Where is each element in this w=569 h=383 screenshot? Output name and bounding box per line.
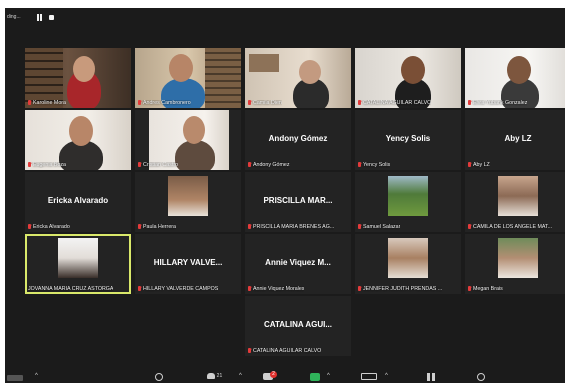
participant-name: CATALINA AGUILAR CALVO xyxy=(248,348,321,354)
photo-tile[interactable]: Samuel Salazar xyxy=(355,172,461,232)
record-button[interactable] xyxy=(361,373,377,380)
participant-name: Andres Cambronero xyxy=(138,100,191,106)
participant-count: 21 xyxy=(216,373,223,379)
chat-notification-badge: 2 xyxy=(270,371,277,378)
profile-photo xyxy=(168,176,208,216)
muted-mic-icon xyxy=(468,100,471,105)
photo-tile[interactable]: JENNIFER JUDITH PRENDAS ... xyxy=(355,234,461,294)
profile-photo xyxy=(498,176,538,216)
muted-mic-icon xyxy=(138,286,141,291)
reactions-icon[interactable] xyxy=(477,373,485,381)
muted-mic-icon xyxy=(468,224,471,229)
muted-mic-icon xyxy=(248,348,251,353)
muted-mic-icon xyxy=(468,162,471,167)
participant-name: Paula Herrera xyxy=(138,224,176,230)
mute-button[interactable] xyxy=(7,375,23,381)
profile-photo xyxy=(58,238,98,278)
chevron-up-icon[interactable]: ^ xyxy=(35,373,38,381)
recording-label: ding... xyxy=(7,14,21,20)
muted-mic-icon xyxy=(248,224,251,229)
participant-display-name: Andony Gómez xyxy=(268,134,328,143)
participant-name: Megan Brais xyxy=(468,286,503,292)
muted-mic-icon xyxy=(248,162,251,167)
participant-name: CAMILA DE LOS ANGELE MAT... xyxy=(468,224,552,230)
pause-recording-icon[interactable] xyxy=(36,14,43,21)
muted-mic-icon xyxy=(358,224,361,229)
share-screen-button[interactable] xyxy=(310,373,320,381)
muted-mic-icon xyxy=(28,224,31,229)
video-tile[interactable]: Eugenia Boza xyxy=(25,110,131,170)
participant-name: Aby LZ xyxy=(468,162,490,168)
name-only-tile[interactable]: Yency Solis Yency Solis xyxy=(355,110,461,170)
video-tile[interactable]: Karoline Mora xyxy=(25,48,131,108)
muted-mic-icon xyxy=(358,100,361,105)
video-tile[interactable]: CATALINA AGUILAR CALVO xyxy=(355,48,461,108)
participant-display-name: Ericka Alvarado xyxy=(47,196,109,205)
participant-display-name: Yency Solis xyxy=(385,134,431,143)
participant-display-name: PRISCILLA MAR... xyxy=(263,196,333,205)
name-only-tile[interactable]: Ericka Alvarado Ericka Alvarado xyxy=(25,172,131,232)
muted-mic-icon xyxy=(248,286,251,291)
zoom-meeting-window: ding... Karoline Mora Andres Cambronero … xyxy=(5,8,565,383)
participant-name: Ericka Alvarado xyxy=(28,224,70,230)
video-tile[interactable]: Andres Cambronero xyxy=(135,48,241,108)
participant-display-name: Aby LZ xyxy=(504,134,532,143)
muted-mic-icon xyxy=(358,162,361,167)
muted-mic-icon xyxy=(28,100,31,105)
participant-name: Annie Viquez Morales xyxy=(248,286,304,292)
participant-name: Karoline Mora xyxy=(28,100,66,106)
muted-mic-icon xyxy=(138,224,141,229)
muted-mic-icon xyxy=(28,162,31,167)
photo-tile[interactable]: Megan Brais xyxy=(465,234,565,294)
name-only-tile[interactable]: Annie Viquez M... Annie Viquez Morales xyxy=(245,234,351,294)
participant-name: Eugenia Boza xyxy=(28,162,66,168)
participants-button[interactable]: 21 xyxy=(207,373,222,381)
muted-mic-icon xyxy=(468,286,471,291)
profile-photo xyxy=(388,176,428,216)
participant-display-name: Annie Viquez M... xyxy=(265,258,331,267)
participant-name: Yency Solis xyxy=(358,162,390,168)
participant-name: JENNIFER JUDITH PRENDAS ... xyxy=(358,286,442,292)
name-only-tile[interactable]: PRISCILLA MAR... PRISCILLA MARIA BRENES … xyxy=(245,172,351,232)
participant-name: Elvia Yubank Gonzalez xyxy=(468,100,527,106)
participant-name: Andony Gómez xyxy=(248,162,290,168)
participant-name: Samuel Salazar xyxy=(358,224,400,230)
participant-name: Cristian Castro xyxy=(138,162,178,168)
breakout-rooms-icon[interactable] xyxy=(427,373,436,381)
video-tile[interactable]: Camila Dien xyxy=(245,48,351,108)
active-speaker-tile[interactable]: JOVANNA MARIA CRUZ ASTORGA xyxy=(25,234,131,294)
muted-mic-icon xyxy=(358,286,361,291)
name-only-tile[interactable]: CATALINA AGUI... CATALINA AGUILAR CALVO xyxy=(245,296,351,356)
participants-icon xyxy=(207,373,215,379)
profile-photo xyxy=(388,238,428,278)
name-only-tile[interactable]: Aby LZ Aby LZ xyxy=(465,110,565,170)
photo-tile[interactable]: Paula Herrera xyxy=(135,172,241,232)
video-tile[interactable]: Cristian Castro xyxy=(135,110,241,170)
photo-tile[interactable]: CAMILA DE LOS ANGELE MAT... xyxy=(465,172,565,232)
name-only-tile[interactable]: HILLARY VALVE... HILLARY VALVERDE CAMPOS xyxy=(135,234,241,294)
chevron-up-icon[interactable]: ^ xyxy=(385,373,388,381)
chevron-up-icon[interactable]: ^ xyxy=(239,373,242,381)
name-only-tile[interactable]: Andony Gómez Andony Gómez xyxy=(245,110,351,170)
participant-name: Camila Dien xyxy=(248,100,282,106)
video-tile[interactable]: Elvia Yubank Gonzalez xyxy=(465,48,565,108)
security-icon[interactable] xyxy=(155,373,163,381)
participant-display-name: HILLARY VALVE... xyxy=(153,258,223,267)
chevron-up-icon[interactable]: ^ xyxy=(327,373,330,381)
participant-name: HILLARY VALVERDE CAMPOS xyxy=(138,286,218,292)
top-bar: ding... xyxy=(5,8,565,28)
participant-name: JOVANNA MARIA CRUZ ASTORGA xyxy=(28,286,114,292)
muted-mic-icon xyxy=(138,100,141,105)
profile-photo xyxy=(498,238,538,278)
muted-mic-icon xyxy=(138,162,141,167)
participant-name: CATALINA AGUILAR CALVO xyxy=(358,100,431,106)
stop-recording-icon[interactable] xyxy=(49,15,54,20)
meeting-toolbar: ^ 21 ^ 2 ^ ^ xyxy=(5,371,565,383)
participant-name: PRISCILLA MARIA BRENES AG... xyxy=(248,224,334,230)
participant-display-name: CATALINA AGUI... xyxy=(264,320,332,329)
muted-mic-icon xyxy=(248,100,251,105)
